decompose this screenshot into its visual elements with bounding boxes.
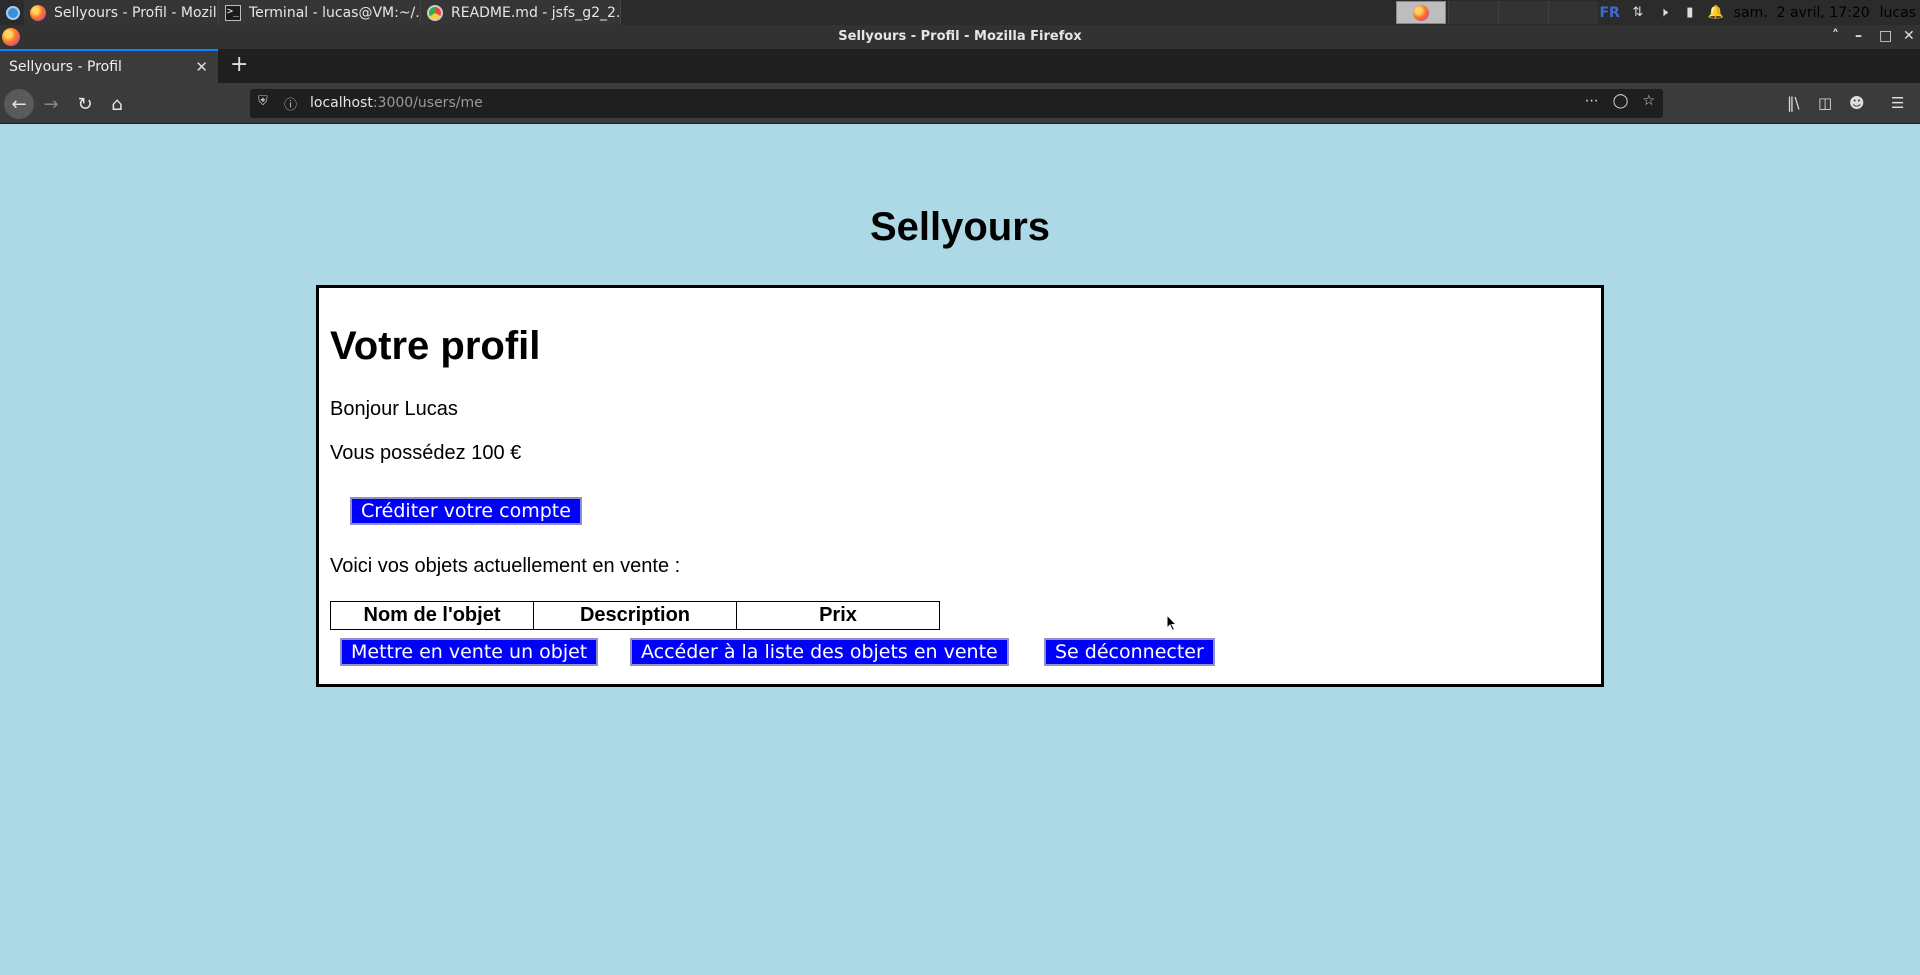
- tab-strip: Sellyours - Profil ✕ +: [0, 49, 1920, 83]
- credit-account-button[interactable]: Créditer votre compte: [350, 497, 582, 525]
- chrome-icon: [427, 4, 443, 21]
- workspace-button[interactable]: [1548, 1, 1598, 24]
- items-list-button[interactable]: Accéder à la liste des objets en vente: [630, 638, 1009, 666]
- url-text[interactable]: localhost:3000/users/me: [310, 95, 483, 111]
- taskbar-task-label: Sellyours - Profil - Mozil...: [54, 4, 219, 21]
- window-titlebar: Sellyours - Profil - Mozilla Firefox ˄ –…: [0, 25, 1920, 49]
- battery-icon[interactable]: ▮: [1682, 5, 1698, 21]
- taskbar-task-label: Terminal - lucas@VM:~/...: [249, 4, 421, 21]
- firefox-icon: [30, 4, 46, 21]
- window-title: Sellyours - Profil - Mozilla Firefox: [838, 29, 1082, 44]
- taskbar-task-firefox[interactable]: Sellyours - Profil - Mozil...: [24, 0, 219, 25]
- pocket-icon[interactable]: ◯: [1613, 93, 1629, 109]
- profile-card: Votre profil Bonjour Lucas Vous possédez…: [316, 285, 1604, 687]
- system-tray: FR ⇅ 🕨 ▮ 🔔 sam. 2 avril, 17:20 lucas: [1599, 0, 1920, 25]
- mouse-cursor-icon: [1166, 614, 1178, 632]
- hamburger-menu-icon[interactable]: ☰: [1891, 94, 1904, 112]
- sidebar-icon[interactable]: ◫: [1818, 94, 1832, 112]
- back-arrow-icon[interactable]: ←: [4, 89, 34, 119]
- navigation-toolbar: ← → ↻ ⌂ ⛨ ⓘ localhost:3000/users/me ⋯ ◯ …: [0, 83, 1920, 124]
- taskbar-task-readme[interactable]: README.md - jsfs_g2_2...: [421, 0, 621, 25]
- maximize-icon[interactable]: □: [1879, 28, 1892, 44]
- collapse-icon[interactable]: ˄: [1832, 28, 1839, 44]
- page-actions-icon[interactable]: ⋯: [1585, 93, 1599, 109]
- url-path: :3000/users/me: [372, 95, 483, 111]
- bookmark-star-icon[interactable]: ☆: [1642, 93, 1655, 109]
- library-icon[interactable]: ‖\: [1787, 94, 1800, 112]
- close-icon[interactable]: ✕: [195, 58, 208, 76]
- url-host: localhost: [310, 95, 373, 111]
- tracking-protection-shield-icon[interactable]: ⛨: [258, 94, 268, 109]
- home-icon[interactable]: ⌂: [102, 89, 132, 119]
- firefox-icon: [1413, 4, 1429, 21]
- volume-icon[interactable]: 🕨: [1656, 5, 1672, 21]
- minimize-icon[interactable]: –: [1855, 28, 1862, 44]
- account-icon[interactable]: ☻: [1849, 94, 1865, 112]
- table-header-price: Prix: [736, 601, 940, 630]
- terminal-icon: >_: [225, 4, 241, 21]
- os-menu-icon[interactable]: [2, 2, 24, 24]
- greeting-text: Bonjour Lucas: [330, 398, 458, 420]
- reload-icon[interactable]: ↻: [70, 89, 100, 119]
- notification-bell-icon[interactable]: 🔔: [1708, 5, 1724, 21]
- taskbar-task-terminal[interactable]: >_ Terminal - lucas@VM:~/...: [219, 0, 421, 25]
- balance-text: Vous possédez 100 €: [330, 442, 522, 464]
- tab-label: Sellyours - Profil: [9, 59, 122, 75]
- site-title: Sellyours: [869, 205, 1051, 249]
- table-header-description: Description: [533, 601, 737, 630]
- table-header-name: Nom de l'objet: [330, 601, 534, 630]
- new-tab-icon[interactable]: +: [230, 52, 248, 77]
- taskbar-task-label: README.md - jsfs_g2_2...: [451, 4, 621, 21]
- url-bar[interactable]: ⛨ ⓘ localhost:3000/users/me ⋯ ◯ ☆: [250, 89, 1663, 118]
- forward-arrow-icon[interactable]: →: [36, 89, 66, 119]
- tab-sellyours-profil[interactable]: Sellyours - Profil ✕: [0, 49, 218, 83]
- workspace-button[interactable]: [1448, 1, 1498, 24]
- logout-button[interactable]: Se déconnecter: [1044, 638, 1215, 666]
- table-header-row: Nom de l'objet Description Prix: [330, 601, 940, 630]
- sell-item-button[interactable]: Mettre en vente un objet: [340, 638, 599, 666]
- network-icon[interactable]: ⇅: [1630, 5, 1646, 21]
- items-table: Nom de l'objet Description Prix: [330, 601, 940, 630]
- keyboard-layout-indicator[interactable]: FR: [1599, 5, 1619, 21]
- page-heading: Votre profil: [330, 324, 541, 368]
- site-info-icon[interactable]: ⓘ: [284, 94, 297, 113]
- workspace-button[interactable]: [1498, 1, 1548, 24]
- items-intro-text: Voici vos objets actuellement en vente :: [330, 555, 681, 577]
- user-name[interactable]: lucas: [1880, 5, 1916, 21]
- workspace-firefox-button[interactable]: [1396, 1, 1446, 24]
- clock[interactable]: sam. 2 avril, 17:20: [1734, 5, 1870, 21]
- close-window-icon[interactable]: ✕: [1903, 28, 1915, 44]
